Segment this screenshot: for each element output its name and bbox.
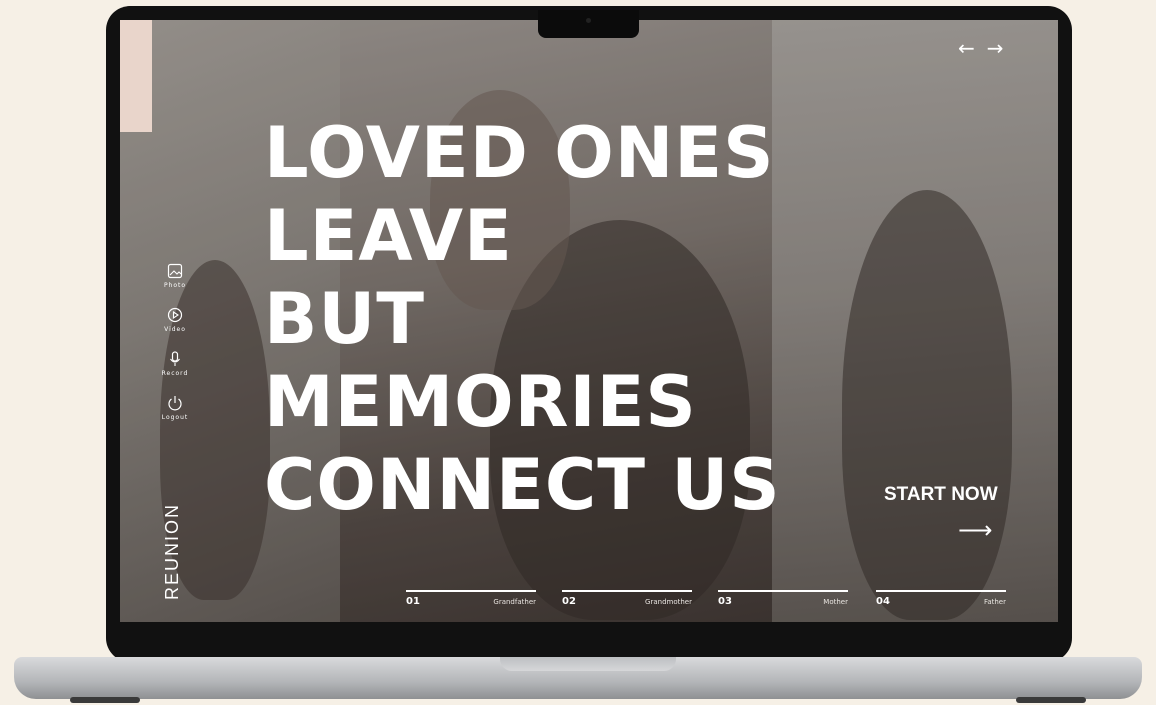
camera-icon [586,18,591,23]
arrow-right-icon[interactable]: → [987,36,1004,60]
timeline-step[interactable]: 01 Grandfather [406,590,536,607]
headline-line: CONNECT US [264,444,781,526]
step-line [718,590,848,592]
timeline-step[interactable]: 02 Grandmother [562,590,692,607]
power-icon [168,396,182,411]
side-item-label: Video [164,326,186,333]
step-line [562,590,692,592]
laptop-opening-notch [500,657,676,671]
step-name: Father [983,598,1006,606]
arrow-left-icon[interactable]: ← [958,36,975,60]
start-now-button[interactable]: START NOW [884,484,998,506]
hero-headline: LOVED ONES LEAVE BUT MEMORIES CONNECT US [264,112,781,527]
screen: ← → LOVED ONES LEAVE BUT MEMORIES CONNEC… [120,20,1058,622]
side-item-label: Photo [163,282,187,289]
headline-line: LOVED ONES [264,112,775,194]
step-name: Grandmother [645,598,692,606]
side-item-logout[interactable]: Logout [158,395,192,421]
headline-line: BUT [264,278,425,360]
step-number: 04 [876,596,890,607]
headline-line: LEAVE [264,195,513,277]
side-menu: Photo Video Record Logout [158,263,192,439]
side-item-record[interactable]: Record [158,351,192,377]
laptop-foot [1016,697,1086,703]
timeline-step[interactable]: 03 Mother [718,590,848,607]
side-item-photo[interactable]: Photo [158,263,192,289]
step-name: Mother [823,598,848,606]
side-item-video[interactable]: Video [158,307,192,333]
step-line [876,590,1006,592]
step-number: 01 [406,596,420,607]
step-number: 02 [562,596,576,607]
headline-line: MEMORIES [264,361,697,443]
side-item-label: Record [161,370,189,377]
timeline-step[interactable]: 04 Father [876,590,1006,607]
step-name: Grandfather [493,598,536,606]
laptop-foot [70,697,140,703]
slide-navigation: ← → [958,36,1004,60]
camera-notch [538,10,639,38]
play-icon [167,307,183,323]
arrow-right-icon[interactable]: ⟶ [958,516,992,544]
side-item-label: Logout [161,414,189,421]
step-number: 03 [718,596,732,607]
step-line [406,590,536,592]
photo-icon [167,263,183,279]
microphone-icon [170,351,180,366]
accent-bar [120,20,152,132]
brand-logo[interactable]: REUNION [162,503,183,600]
